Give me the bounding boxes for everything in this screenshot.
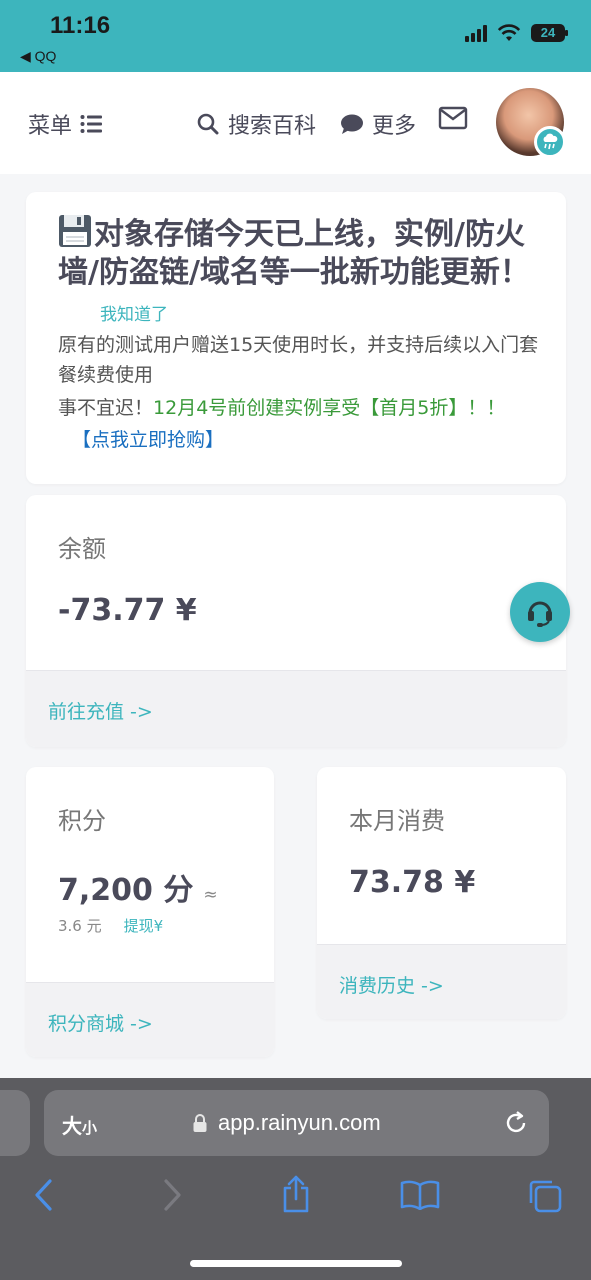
points-label: 积分 — [58, 807, 106, 835]
recharge-link[interactable]: 前往充值 -> — [48, 697, 153, 724]
monthly-spending-card: 本月消费 73.78 ¥ 消费历史 -> — [317, 767, 566, 1019]
search-wiki-label: 搜索百科 — [228, 114, 317, 139]
weather-badge-icon — [534, 126, 566, 158]
url-text: app.rainyun.com — [218, 1110, 381, 1135]
balance-card: 余额 -73.77 ¥ 前往充值 -> — [26, 495, 566, 747]
floppy-disk-icon — [59, 215, 91, 247]
lock-icon — [193, 1114, 207, 1132]
points-card: 积分 7,200 分 ≈ 3.6 元 提现¥ 积分商城 -> — [26, 767, 274, 1057]
balance-amount: -73.77 ¥ — [58, 593, 197, 628]
list-icon — [80, 115, 103, 133]
menu-button[interactable]: 菜单 — [28, 108, 103, 140]
cellular-signal-icon — [465, 24, 487, 42]
text-size-big: 大 — [62, 1114, 82, 1138]
bookmarks-icon[interactable] — [400, 1180, 440, 1210]
points-amount: 7,200 分 — [58, 873, 194, 908]
home-indicator[interactable] — [190, 1260, 402, 1267]
url-display[interactable]: app.rainyun.com — [192, 1110, 381, 1136]
back-arrow-icon[interactable] — [32, 1178, 56, 1212]
customer-support-button[interactable] — [510, 582, 570, 642]
chat-bubble-icon — [341, 114, 363, 134]
status-time: 11:16 — [50, 12, 111, 39]
mail-icon — [438, 106, 468, 130]
previous-tab-peek[interactable] — [0, 1090, 30, 1156]
monthly-spending-amount: 73.78 ¥ — [349, 865, 476, 900]
browser-toolbar: 大小 app.rainyun.com — [0, 1078, 591, 1280]
forward-arrow-icon[interactable] — [160, 1178, 184, 1212]
search-icon — [197, 113, 219, 135]
more-button[interactable]: 更多 — [340, 108, 416, 140]
spending-history-link[interactable]: 消费历史 -> — [339, 971, 444, 998]
points-cash-row: 3.6 元 提现¥ — [58, 915, 163, 936]
got-it-link[interactable]: 我知道了 — [100, 305, 168, 325]
menu-label: 菜单 — [28, 114, 73, 139]
reload-icon[interactable] — [503, 1110, 529, 1136]
monthly-footer: 消费历史 -> — [317, 944, 566, 1019]
wifi-icon — [497, 24, 521, 41]
site-header: 菜单 搜索百科 更多 — [0, 72, 591, 174]
announcement-title-text: 对象存储今天已上线，实例/防火墙/防盗链/域名等一批新功能更新！ — [58, 217, 530, 290]
promo-line: 事不宜迟！12月4号前创建实例享受【首月5折】！！ 【点我立即抢购】 — [58, 392, 508, 456]
approx-sign: ≈ — [203, 885, 218, 905]
points-footer: 积分商城 -> — [26, 982, 274, 1057]
announcement-card: 对象存储今天已上线，实例/防火墙/防盗链/域名等一批新功能更新！ 我知道了 原有的… — [26, 192, 566, 484]
battery-level: 24 — [540, 25, 556, 40]
status-bar: 11:16 ◀ QQ 24 — [0, 0, 591, 72]
promo-prefix: 事不宜迟！ — [58, 397, 154, 419]
withdraw-link[interactable]: 提现¥ — [124, 917, 164, 935]
monthly-spending-label: 本月消费 — [349, 807, 445, 835]
address-bar[interactable]: 大小 app.rainyun.com — [44, 1090, 549, 1156]
status-icons: 24 — [465, 24, 568, 42]
balance-footer: 前往充值 -> — [26, 670, 566, 747]
points-cash-value: 3.6 元 — [58, 917, 102, 935]
promo-discount-text: 12月4号前创建实例享受【首月5折】！！ — [153, 397, 506, 419]
buy-now-link[interactable]: 【点我立即抢购】 — [72, 429, 224, 451]
announcement-title: 对象存储今天已上线，实例/防火墙/防盗链/域名等一批新功能更新！ 我知道了 — [58, 214, 538, 334]
points-amount-row: 7,200 分 ≈ — [58, 865, 218, 909]
points-mall-link[interactable]: 积分商城 -> — [48, 1009, 153, 1036]
battery-icon: 24 — [531, 24, 568, 42]
balance-label: 余额 — [58, 535, 106, 563]
tabs-icon[interactable] — [527, 1178, 563, 1214]
search-wiki-button[interactable]: 搜索百科 — [196, 108, 316, 140]
mail-button[interactable] — [438, 106, 468, 130]
text-size-button[interactable]: 大小 — [62, 1110, 97, 1139]
announcement-body: 原有的测试用户赠送15天使用时长，并支持后续以入门套餐续费使用 — [58, 334, 539, 386]
more-label: 更多 — [372, 114, 417, 139]
headset-icon — [528, 601, 552, 627]
text-size-small: 小 — [82, 1119, 98, 1137]
back-to-app-link[interactable]: ◀ QQ — [20, 48, 56, 65]
share-icon[interactable] — [280, 1174, 312, 1214]
